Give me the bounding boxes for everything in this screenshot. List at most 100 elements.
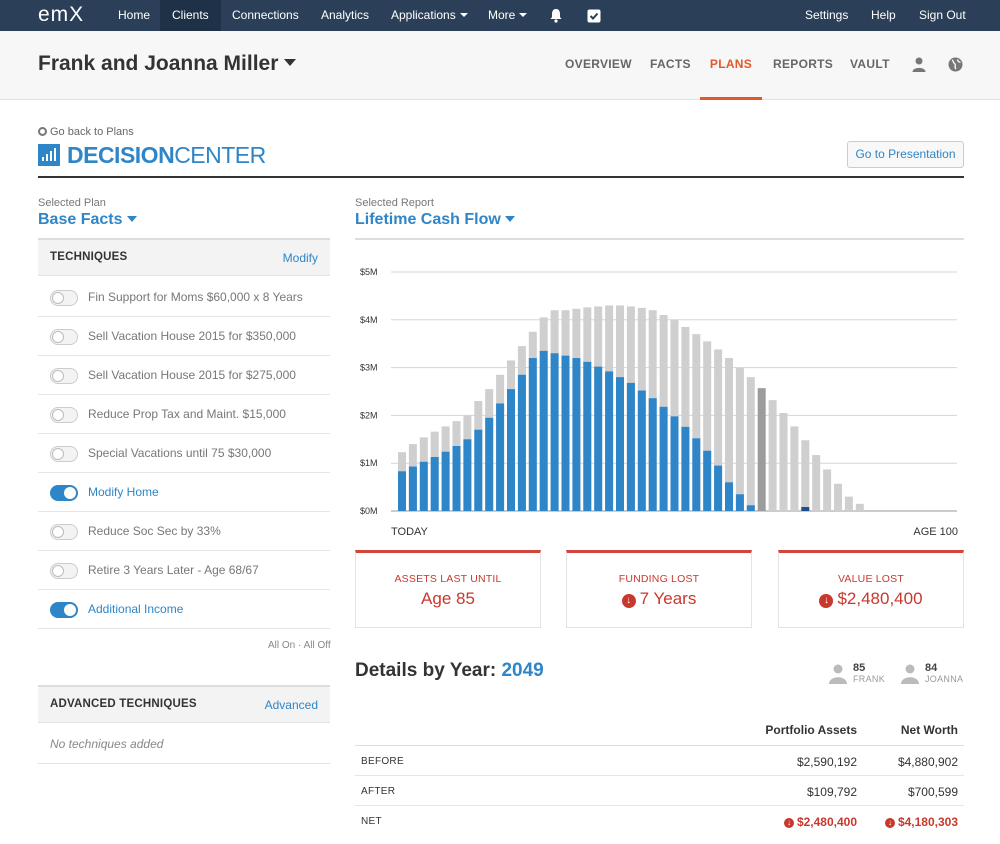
details-year[interactable]: 2049 <box>501 660 543 681</box>
bell-icon[interactable] <box>541 0 571 31</box>
tab-plans[interactable]: PLANS <box>700 31 762 100</box>
technique-toggle[interactable] <box>50 485 78 501</box>
go-to-presentation-button[interactable]: Go to Presentation <box>847 141 964 168</box>
bar-funded <box>572 358 581 511</box>
decision-center-title: DECISIONCENTER <box>38 142 266 168</box>
metric-value: $2,480,400 <box>837 589 923 608</box>
technique-toggle[interactable] <box>50 563 78 579</box>
bar-funded <box>474 429 483 511</box>
bar-funded <box>703 450 712 511</box>
selected-plan-dropdown[interactable]: Base Facts <box>38 211 137 229</box>
bar-funded <box>583 361 592 511</box>
tab-facts[interactable]: FACTS <box>650 31 691 100</box>
nav-help[interactable]: Help <box>859 0 908 31</box>
person-joanna: 84 JOANNA <box>901 662 964 688</box>
metric-value: 7 Years <box>639 589 697 608</box>
lifetime-cash-flow-chart: $0M $1M $2M $3M $4M $5M TODAY AGE 100 <box>360 267 958 538</box>
bar-total <box>746 377 755 511</box>
technique-row: Retire 3 Years Later - Age 68/67 <box>38 551 330 590</box>
technique-toggle[interactable] <box>50 602 78 618</box>
back-to-plans-link[interactable]: Go back to Plans <box>38 126 134 138</box>
bar-funded <box>659 406 668 511</box>
metric-funding-lost: FUNDING LOST ↓ 7 Years <box>566 550 752 628</box>
tab-vault[interactable]: VAULT <box>850 31 890 100</box>
back-arrow-icon <box>38 127 47 136</box>
technique-toggle[interactable] <box>50 290 78 306</box>
bar-funded <box>605 371 614 511</box>
chevron-down-icon <box>504 216 515 222</box>
divider <box>38 763 330 764</box>
bar-total <box>801 440 810 511</box>
bar-funded <box>550 353 559 511</box>
metric-value: Age 85 <box>421 589 475 608</box>
client-name: Frank and Joanna Miller <box>38 52 279 75</box>
row-label: BEFORE <box>361 756 404 767</box>
down-arrow-icon: ↓ <box>621 594 636 608</box>
technique-row: Additional Income <box>38 590 330 629</box>
nav-more[interactable]: More <box>476 0 539 31</box>
tasks-checkbox-icon[interactable] <box>579 0 609 31</box>
all-on-off-controls: All On · All Off <box>268 640 331 651</box>
metric-value-lost: VALUE LOST ↓ $2,480,400 <box>778 550 964 628</box>
nav-connections[interactable]: Connections <box>220 0 311 31</box>
technique-toggle[interactable] <box>50 329 78 345</box>
advanced-link[interactable]: Advanced <box>265 698 318 712</box>
row-label: AFTER <box>361 786 396 797</box>
bar-total <box>768 400 777 511</box>
nav-home[interactable]: Home <box>106 0 162 31</box>
modify-techniques-link[interactable]: Modify <box>283 251 318 265</box>
report-divider <box>355 238 964 240</box>
technique-row: Reduce Prop Tax and Maint. $15,000 <box>38 395 330 434</box>
row-net-worth: $4,880,902 <box>897 755 958 769</box>
chevron-down-icon <box>126 216 137 222</box>
y-tick-label: $5M <box>360 267 378 277</box>
bar-total <box>844 496 853 511</box>
bar-funded <box>648 398 657 511</box>
technique-toggle[interactable] <box>50 446 78 462</box>
decision-center-title-rest: CENTER <box>174 141 266 168</box>
user-icon[interactable] <box>912 57 928 73</box>
person-icon <box>829 664 847 684</box>
technique-label: Retire 3 Years Later - Age 68/67 <box>88 563 259 577</box>
metric-title: ASSETS LAST UNTIL <box>394 573 502 585</box>
person-name: JOANNA <box>925 674 964 684</box>
y-tick-label: $1M <box>360 458 378 468</box>
toggle-knob <box>52 526 64 538</box>
technique-row: Fin Support for Moms $60,000 x 8 Years <box>38 278 330 317</box>
bar-funded <box>463 439 472 511</box>
technique-label: Reduce Soc Sec by 33% <box>88 524 221 538</box>
selected-report-label: Selected Report <box>355 197 434 209</box>
toggle-knob <box>52 331 64 343</box>
all-on-link[interactable]: All On <box>268 640 295 651</box>
person-frank: 85 FRANK <box>829 662 889 688</box>
globe-icon[interactable] <box>948 57 964 73</box>
client-name-dropdown[interactable]: Frank and Joanna Miller <box>38 52 297 76</box>
table-row: AFTER $109,792 $700,599 <box>355 776 964 806</box>
bar-funded <box>692 438 701 511</box>
nav-sign-out[interactable]: Sign Out <box>907 0 978 31</box>
all-off-link[interactable]: All Off <box>304 640 331 651</box>
nav-analytics[interactable]: Analytics <box>309 0 381 31</box>
technique-row: Modify Home <box>38 473 330 512</box>
nav-applications[interactable]: Applications <box>379 0 480 31</box>
bar-total <box>823 469 832 511</box>
technique-label: Sell Vacation House 2015 for $350,000 <box>88 329 296 343</box>
nav-applications-label: Applications <box>391 8 456 22</box>
emx-logo[interactable]: emX <box>38 3 84 27</box>
selected-report-dropdown[interactable]: Lifetime Cash Flow <box>355 211 515 229</box>
tab-overview[interactable]: OVERVIEW <box>565 31 632 100</box>
technique-toggle[interactable] <box>50 368 78 384</box>
column-header-net-worth: Net Worth <box>900 723 958 737</box>
bar-funded <box>746 505 755 511</box>
technique-label: Fin Support for Moms $60,000 x 8 Years <box>88 290 303 304</box>
technique-row: Special Vacations until 75 $30,000 <box>38 434 330 473</box>
technique-label: Modify Home <box>88 485 159 499</box>
bar-funded <box>594 366 603 511</box>
metric-assets-last-until: ASSETS LAST UNTIL Age 85 <box>355 550 541 628</box>
technique-toggle[interactable] <box>50 524 78 540</box>
technique-toggle[interactable] <box>50 407 78 423</box>
tab-reports[interactable]: REPORTS <box>773 31 833 100</box>
nav-settings[interactable]: Settings <box>793 0 860 31</box>
nav-clients[interactable]: Clients <box>160 0 221 31</box>
advanced-techniques-header: ADVANCED TECHNIQUES Advanced <box>38 685 330 723</box>
